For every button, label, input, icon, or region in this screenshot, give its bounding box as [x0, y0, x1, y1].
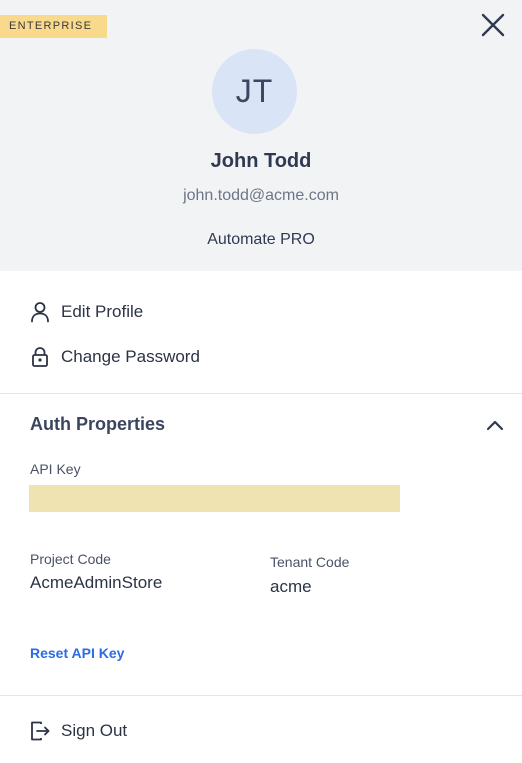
- reset-api-key-link[interactable]: Reset API Key: [30, 645, 124, 661]
- chevron-up-icon[interactable]: [484, 415, 506, 435]
- api-key-label: API Key: [30, 461, 81, 477]
- api-key-value: [29, 485, 400, 512]
- avatar: JT: [212, 49, 297, 134]
- close-icon[interactable]: [480, 12, 506, 38]
- project-code-value: AcmeAdminStore: [30, 573, 163, 592]
- lock-icon: [30, 346, 50, 368]
- user-icon: [30, 301, 50, 323]
- project-code-label: Project Code: [30, 551, 111, 567]
- divider: [0, 393, 522, 394]
- change-password-label: Change Password: [61, 347, 200, 366]
- change-password-button[interactable]: Change Password: [30, 344, 200, 370]
- plan-name: Automate PRO: [207, 231, 315, 248]
- sign-out-button[interactable]: Sign Out: [30, 718, 127, 744]
- tenant-code-label: Tenant Code: [270, 554, 350, 570]
- edit-profile-label: Edit Profile: [61, 302, 144, 321]
- sign-out-icon: [30, 720, 50, 742]
- sign-out-label: Sign Out: [61, 721, 128, 740]
- user-email: john.todd@acme.com: [183, 187, 339, 204]
- auth-properties-title: Auth Properties: [30, 414, 166, 434]
- divider: [0, 695, 522, 696]
- edit-profile-button[interactable]: Edit Profile: [30, 299, 143, 325]
- tenant-code-value: acme: [270, 577, 312, 596]
- user-name: John Todd: [210, 150, 312, 172]
- enterprise-badge: ENTERPRISE: [0, 15, 107, 38]
- profile-header: ENTERPRISE JT John Todd john.todd@acme.c…: [0, 0, 522, 271]
